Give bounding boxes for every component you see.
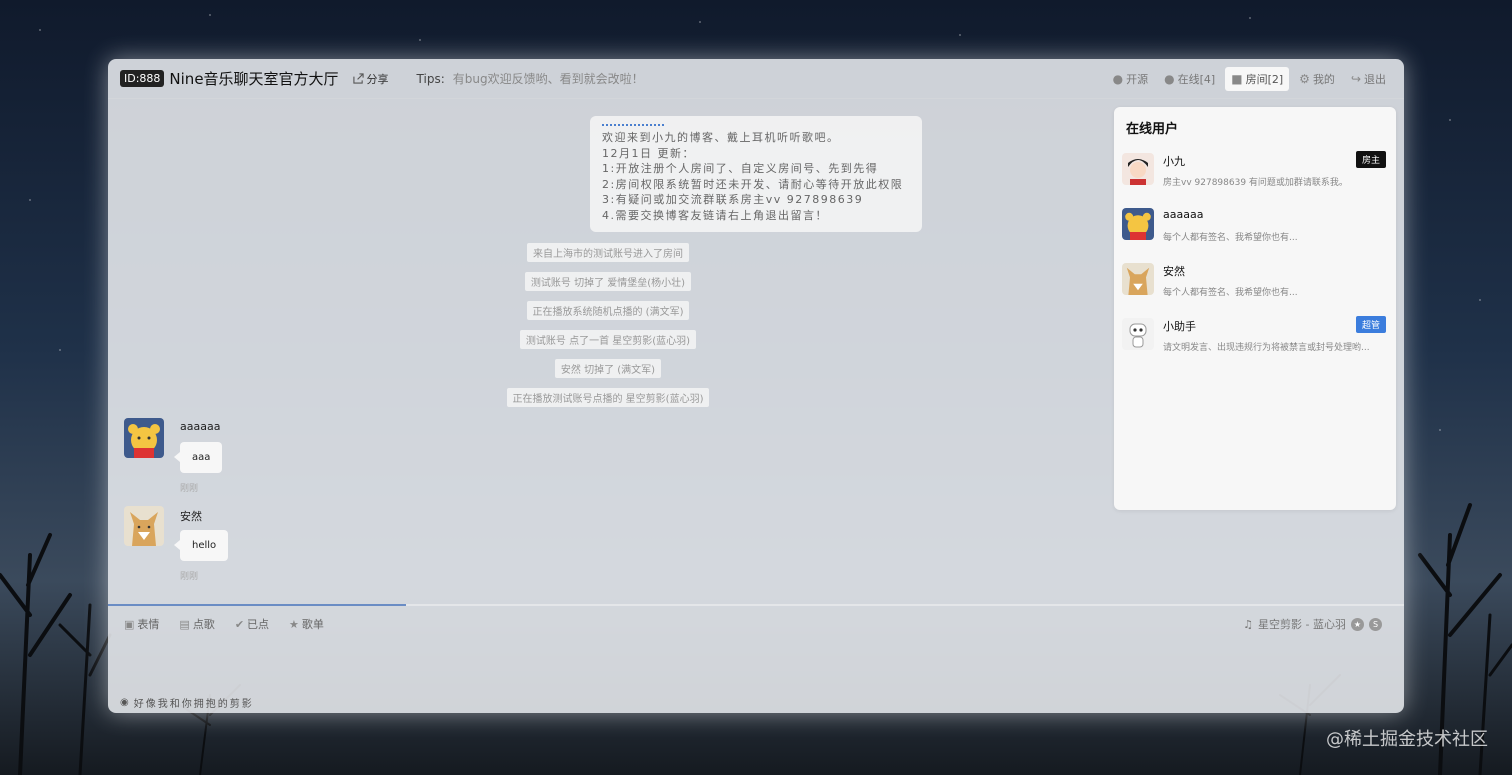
- skip-song-button[interactable]: S: [1369, 617, 1382, 631]
- header: ID:888 Nine音乐聊天室官方大厅 分享 Tips: 有bug欢迎反馈哟、…: [108, 59, 1404, 99]
- share-icon: [352, 73, 364, 84]
- avatar: [1122, 263, 1154, 295]
- song-progress-bar[interactable]: [108, 604, 407, 606]
- share-button[interactable]: 分享: [352, 71, 389, 87]
- user-list-item[interactable]: 安然 每个人都有签名、我希望你也有...: [1122, 263, 1388, 313]
- input-area[interactable]: ▣ 表情 ▤ 点歌 ✔ 已点 ★ 歌单 ♫ 星空剪影 - 蓝心羽 ★ S ◉ 好…: [108, 604, 1404, 713]
- gear-icon: ⚙: [1299, 72, 1310, 86]
- online-users-panel: 在线用户 小九 房主 房主vv 927898639 有问题或加群请联系我。 aa…: [1114, 107, 1396, 510]
- requested-button[interactable]: ✔ 已点: [235, 616, 269, 632]
- nav-logout[interactable]: ↪ 退出: [1345, 67, 1392, 91]
- announcement-line: 2:房间权限系统暂时还未开发、请耐心等待开放此权限: [602, 177, 904, 191]
- user-signature: 房主vv 927898639 有问题或加群请联系我。: [1163, 178, 1348, 188]
- inbox-icon: ▤: [179, 617, 190, 631]
- chat-sender-name: aaaaaa: [180, 420, 221, 433]
- announcement-line: 欢迎来到小九的博客、戴上耳机听听歌吧。: [602, 131, 840, 144]
- user-signature: 每个人都有签名、我希望你也有...: [1163, 288, 1298, 298]
- user-signature: 请文明发言、出现违规行为将被禁言或封号处理哟...: [1163, 343, 1370, 353]
- emoji-label: 表情: [137, 618, 160, 631]
- favorite-song-button[interactable]: ★: [1351, 617, 1364, 631]
- system-message: 正在播放系统随机点播的 (满文军): [108, 301, 1108, 320]
- chat-sender-name: 安然: [180, 510, 202, 523]
- nav-logout-label: 退出: [1364, 73, 1386, 86]
- nav-rooms-label: 房间[2]: [1245, 73, 1284, 86]
- system-message-text: 正在播放测试账号点播的 星空剪影(蓝心羽): [506, 388, 710, 407]
- announcement-accent: [602, 124, 664, 126]
- user-list-item[interactable]: aaaaaa 每个人都有签名、我希望你也有...: [1122, 208, 1388, 258]
- now-playing: ♫ 星空剪影 - 蓝心羽 ★ S: [1243, 616, 1382, 632]
- logout-icon: ↪: [1350, 72, 1361, 86]
- avatar: [1122, 153, 1154, 185]
- user-name: 小助手: [1163, 320, 1196, 333]
- system-message-text: 来自上海市的测试账号进入了房间: [527, 243, 689, 262]
- playlist-label: 歌单: [301, 618, 324, 631]
- nav-open-source[interactable]: ● 开源: [1107, 67, 1154, 91]
- system-message: 来自上海市的测试账号进入了房间: [108, 243, 1108, 262]
- playlist-button[interactable]: ★ 歌单: [289, 616, 324, 632]
- announcement-card: 欢迎来到小九的博客、戴上耳机听听歌吧。 12月1日 更新： 1:开放注册个人房间…: [590, 116, 922, 232]
- now-playing-title: 星空剪影 - 蓝心羽: [1258, 618, 1346, 631]
- user-name: aaaaaa: [1163, 208, 1204, 221]
- chat-time: 刚刚: [180, 484, 199, 494]
- chat-time: 刚刚: [180, 572, 199, 582]
- music-note-icon: ♫: [1243, 617, 1254, 631]
- emoji-button[interactable]: ▣ 表情: [124, 616, 159, 632]
- lyric-line: ◉ 好像我和你拥抱的剪影: [120, 695, 254, 710]
- top-nav: ● 开源 ● 在线[4] ■ 房间[2] ⚙ 我的 ↪ 退出: [1107, 67, 1392, 91]
- system-message: 测试账号 切掉了 爱情堡垒(杨小壮): [108, 272, 1108, 291]
- avatar: [1122, 318, 1154, 350]
- system-message-text: 测试账号 点了一首 星空剪影(蓝心羽): [519, 330, 697, 349]
- system-message-text: 安然 切掉了 (满文军): [554, 359, 662, 378]
- system-message: 安然 切掉了 (满文军): [108, 359, 1108, 378]
- headphones-icon: ◉: [120, 697, 131, 708]
- nav-open-source-label: 开源: [1126, 73, 1149, 86]
- tips-text: 有bug欢迎反馈哟、看到就会改啦！: [452, 72, 644, 86]
- toolbar: ▣ 表情 ▤ 点歌 ✔ 已点 ★ 歌单: [124, 616, 324, 632]
- user-name: 小九: [1163, 155, 1185, 168]
- avatar[interactable]: [124, 418, 164, 458]
- request-song-label: 点歌: [192, 618, 215, 631]
- announcement-line: 12月1日 更新：: [602, 146, 695, 160]
- nav-online[interactable]: ● 在线[4]: [1158, 67, 1221, 91]
- nav-mine[interactable]: ⚙ 我的: [1293, 67, 1341, 91]
- system-message-text: 正在播放系统随机点播的 (满文军): [526, 301, 690, 320]
- user-icon: ●: [1164, 72, 1175, 86]
- user-signature: 每个人都有签名、我希望你也有...: [1163, 233, 1298, 243]
- announcement-line: 4.需要交换博客友链请右上角退出留言！: [602, 208, 828, 222]
- avatar[interactable]: [124, 506, 164, 546]
- star-icon: ★: [289, 617, 299, 631]
- avatar: [1122, 208, 1154, 240]
- nav-mine-label: 我的: [1312, 73, 1335, 86]
- watermark: @稀土掘金技术社区: [1326, 729, 1488, 750]
- admin-badge: 超管: [1355, 316, 1386, 333]
- announcement-line: 1:开放注册个人房间了、自定义房间号、先到先得: [602, 162, 879, 176]
- requested-label: 已点: [247, 618, 270, 631]
- system-message: 正在播放测试账号点播的 星空剪影(蓝心羽): [108, 388, 1108, 407]
- user-name: 安然: [1163, 265, 1185, 278]
- request-song-button[interactable]: ▤ 点歌: [179, 616, 214, 632]
- chat-room-window: ID:888 Nine音乐聊天室官方大厅 分享 Tips: 有bug欢迎反馈哟、…: [108, 59, 1404, 713]
- room-id-badge: ID:888: [120, 70, 165, 87]
- github-icon: ●: [1112, 72, 1124, 86]
- chat-bubble: hello: [173, 530, 229, 561]
- nav-online-label: 在线[4]: [1177, 73, 1216, 86]
- check-circle-icon: ✔: [234, 617, 245, 631]
- system-message-text: 测试账号 切掉了 爱情堡垒(杨小壮): [524, 272, 692, 291]
- lyric-text: 好像我和你拥抱的剪影: [133, 699, 254, 710]
- book-icon: ■: [1231, 72, 1243, 86]
- announcement-line: 3:有疑问或加交流群联系房主vv 927898639: [602, 193, 864, 207]
- online-users-title: 在线用户: [1126, 122, 1179, 137]
- nav-rooms[interactable]: ■ 房间[2]: [1225, 67, 1290, 91]
- user-list-item[interactable]: 小九 房主 房主vv 927898639 有问题或加群请联系我。: [1122, 151, 1388, 203]
- chat-bubble: aaa: [173, 442, 223, 473]
- system-message: 测试账号 点了一首 星空剪影(蓝心羽): [108, 330, 1108, 349]
- tips-label: Tips:: [416, 71, 445, 86]
- share-label: 分享: [366, 72, 389, 86]
- user-list-item[interactable]: 小助手 超管 请文明发言、出现违规行为将被禁言或封号处理哟...: [1122, 316, 1388, 368]
- room-title: Nine音乐聊天室官方大厅: [169, 70, 339, 88]
- owner-badge: 房主: [1355, 151, 1386, 168]
- image-icon: ▣: [124, 617, 135, 631]
